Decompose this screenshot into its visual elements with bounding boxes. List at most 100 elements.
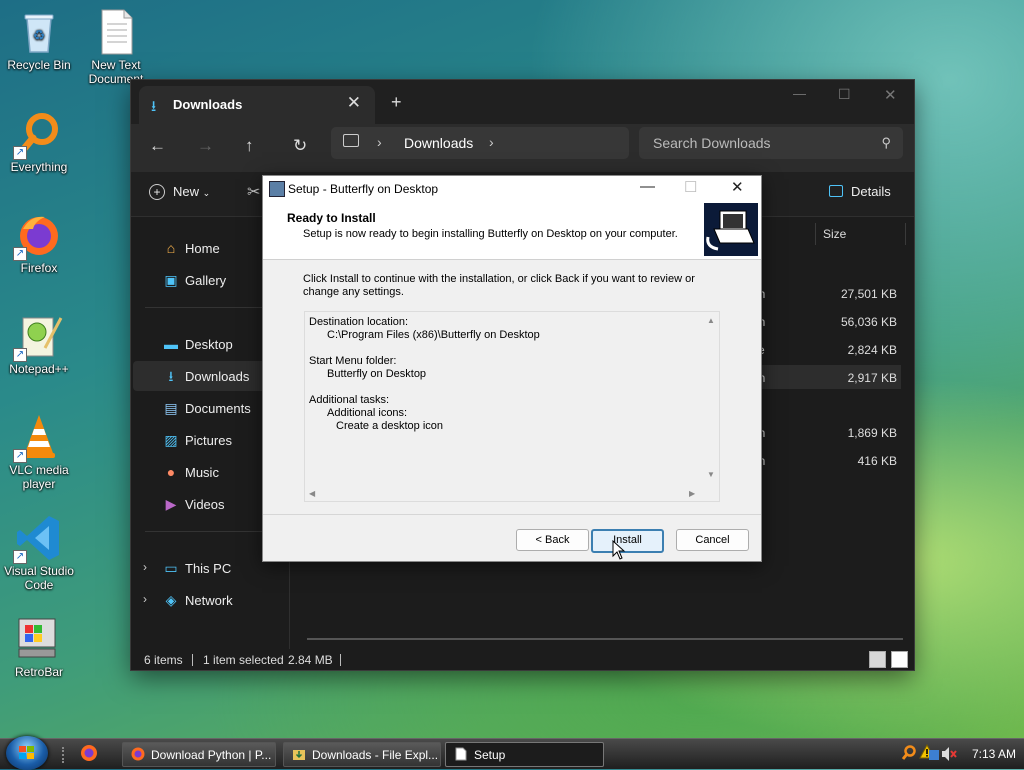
shortcut-arrow-icon: ↗ bbox=[13, 247, 27, 261]
desktop-icon-label: Everything bbox=[10, 160, 68, 174]
setup-app-icon bbox=[269, 181, 285, 197]
desktop-icon-label: RetroBar bbox=[14, 665, 64, 679]
back-button[interactable]: < Back bbox=[516, 529, 589, 551]
column-header-size[interactable]: Size bbox=[823, 227, 846, 241]
details-button[interactable]: Details bbox=[829, 184, 891, 199]
start-button[interactable] bbox=[6, 736, 48, 770]
desktop-icon-everything[interactable]: ↗ Everything bbox=[1, 110, 77, 174]
address-bar[interactable]: › Downloads › bbox=[331, 127, 629, 159]
pictures-icon: ▨ bbox=[164, 432, 178, 448]
network-status-icon[interactable] bbox=[929, 750, 939, 760]
everything-search-icon: ↗ bbox=[13, 110, 63, 160]
toolbar-grip[interactable] bbox=[62, 747, 68, 763]
file-size: 27,501 KB bbox=[840, 287, 897, 301]
up-arrow-icon[interactable]: ↑ bbox=[245, 136, 254, 156]
vertical-scrollbar[interactable]: ▲ ▼ bbox=[703, 312, 719, 484]
sidebar-item-label: Pictures bbox=[185, 433, 232, 448]
setup-icon bbox=[455, 747, 467, 761]
chevron-right-icon[interactable]: › bbox=[143, 592, 147, 606]
home-icon: ⌂ bbox=[166, 240, 176, 256]
shortcut-arrow-icon: ↗ bbox=[13, 146, 27, 160]
setup-header: Ready to Install Setup is now ready to b… bbox=[263, 202, 761, 260]
desktop-icon-firefox[interactable]: ↗ Firefox bbox=[1, 211, 77, 275]
setup-dialog: Setup - Butterfly on Desktop — ☐ ✕ Ready… bbox=[262, 175, 762, 562]
refresh-icon[interactable]: ↻ bbox=[293, 136, 307, 156]
desktop-icon-recycle-bin[interactable]: ♻ Recycle Bin bbox=[1, 8, 77, 72]
desktop-icon-new-text-document[interactable]: New Text Document bbox=[78, 8, 154, 86]
everything-tray-icon[interactable] bbox=[901, 745, 917, 761]
taskbar-item-firefox[interactable]: Download Python | P... bbox=[122, 742, 276, 767]
shortcut-arrow-icon: ↗ bbox=[13, 550, 27, 564]
tab-downloads[interactable]: ⭳ Downloads ✕ bbox=[139, 86, 375, 124]
install-summary-memo[interactable]: Destination location: C:\Program Files (… bbox=[304, 311, 720, 502]
memo-line: Additional icons: bbox=[327, 407, 408, 419]
firefox-icon bbox=[131, 747, 145, 761]
videos-icon: ▶ bbox=[165, 496, 177, 512]
scroll-left-icon[interactable]: ◀ bbox=[309, 489, 315, 498]
clock[interactable]: 7:13 AM bbox=[972, 747, 1016, 761]
search-input[interactable]: Search Downloads ⚲ bbox=[639, 127, 903, 159]
memo-line: Create a desktop icon bbox=[336, 420, 444, 432]
forward-arrow-icon[interactable]: → bbox=[197, 136, 214, 156]
recycle-bin-icon: ♻ bbox=[15, 8, 63, 56]
taskbar: Download Python | P... Downloads - File … bbox=[0, 736, 1024, 770]
explorer-navigation-bar: ← → ↑ ↻ › Downloads › Search Downloads ⚲ bbox=[131, 124, 914, 172]
sidebar-item-network[interactable]: › ◈ Network bbox=[133, 585, 287, 615]
close-tab-icon[interactable]: ✕ bbox=[347, 93, 361, 113]
chevron-down-icon: ⌄ bbox=[202, 188, 211, 198]
chevron-right-icon[interactable]: › bbox=[143, 560, 147, 574]
horizontal-scrollbar[interactable]: ◀ ▶ bbox=[305, 485, 703, 501]
taskbar-item-label: Setup bbox=[474, 748, 506, 762]
instruction-line: change any settings. bbox=[303, 286, 404, 298]
tiles-view-icon[interactable] bbox=[891, 651, 908, 668]
desktop-icon-notepad-plus-plus[interactable]: ↗ Notepad++ bbox=[1, 312, 77, 376]
notepad-plus-plus-icon: ↗ bbox=[13, 312, 63, 362]
scroll-right-icon[interactable]: ▶ bbox=[689, 489, 695, 498]
details-pane-icon bbox=[829, 185, 843, 197]
install-button[interactable]: Install bbox=[591, 529, 664, 553]
desktop-icon-label: Recycle Bin bbox=[7, 58, 71, 72]
desktop-icon-vlc[interactable]: ↗ VLC media player bbox=[1, 413, 77, 491]
vlc-icon: ↗ bbox=[13, 413, 63, 463]
firefox-icon[interactable] bbox=[80, 744, 98, 762]
desktop-icon-vscode[interactable]: ↗ Visual Studio Code bbox=[1, 514, 77, 592]
scroll-down-icon[interactable]: ▼ bbox=[707, 470, 715, 479]
new-button[interactable]: + New ⌄ bbox=[149, 184, 210, 200]
music-icon: ● bbox=[166, 464, 176, 480]
desktop-icon: ▬ bbox=[164, 336, 178, 352]
volume-muted-icon[interactable] bbox=[941, 746, 957, 762]
details-label: Details bbox=[851, 184, 891, 199]
chevron-right-icon[interactable]: › bbox=[377, 134, 382, 150]
cancel-button[interactable]: Cancel bbox=[676, 529, 749, 551]
file-size: 2,824 KB bbox=[847, 343, 897, 357]
desktop-icon-retrobar[interactable]: RetroBar bbox=[1, 615, 77, 679]
scroll-up-icon[interactable]: ▲ bbox=[707, 316, 715, 325]
sidebar-item-label: Home bbox=[185, 241, 220, 256]
page-title: Ready to Install bbox=[287, 211, 376, 225]
desktop-icon-label: Visual Studio Code bbox=[4, 564, 74, 592]
new-tab-button[interactable]: + bbox=[391, 92, 402, 113]
cut-icon[interactable]: ✂ bbox=[247, 182, 260, 202]
this-pc-icon: ▭ bbox=[164, 560, 178, 576]
details-view-icon[interactable] bbox=[869, 651, 886, 668]
text-document-icon bbox=[92, 8, 140, 56]
close-icon[interactable]: ✕ bbox=[731, 178, 744, 196]
horizontal-scrollbar[interactable] bbox=[307, 638, 903, 640]
maximize-icon[interactable]: ☐ bbox=[838, 86, 851, 103]
status-divider bbox=[192, 654, 193, 666]
close-window-icon[interactable]: ✕ bbox=[884, 86, 897, 104]
status-selection: 1 item selected bbox=[203, 653, 284, 667]
desktop-icon-label: Firefox bbox=[20, 261, 58, 275]
back-arrow-icon[interactable]: ← bbox=[149, 136, 166, 156]
taskbar-item-setup[interactable]: Setup bbox=[445, 742, 604, 767]
sidebar-item-label: Videos bbox=[185, 497, 225, 512]
minimize-icon[interactable]: — bbox=[793, 86, 806, 101]
chevron-right-icon[interactable]: › bbox=[489, 134, 494, 150]
folder-downloads-icon bbox=[293, 750, 305, 760]
desktop-icon-label: VLC media player bbox=[9, 463, 69, 491]
breadcrumb[interactable]: Downloads bbox=[404, 135, 473, 151]
taskbar-item-file-explorer[interactable]: Downloads - File Expl... bbox=[283, 742, 441, 767]
network-icon: ◈ bbox=[165, 592, 177, 608]
minimize-icon[interactable]: — bbox=[640, 178, 655, 195]
download-arrow-icon: ⭳ bbox=[151, 98, 157, 115]
